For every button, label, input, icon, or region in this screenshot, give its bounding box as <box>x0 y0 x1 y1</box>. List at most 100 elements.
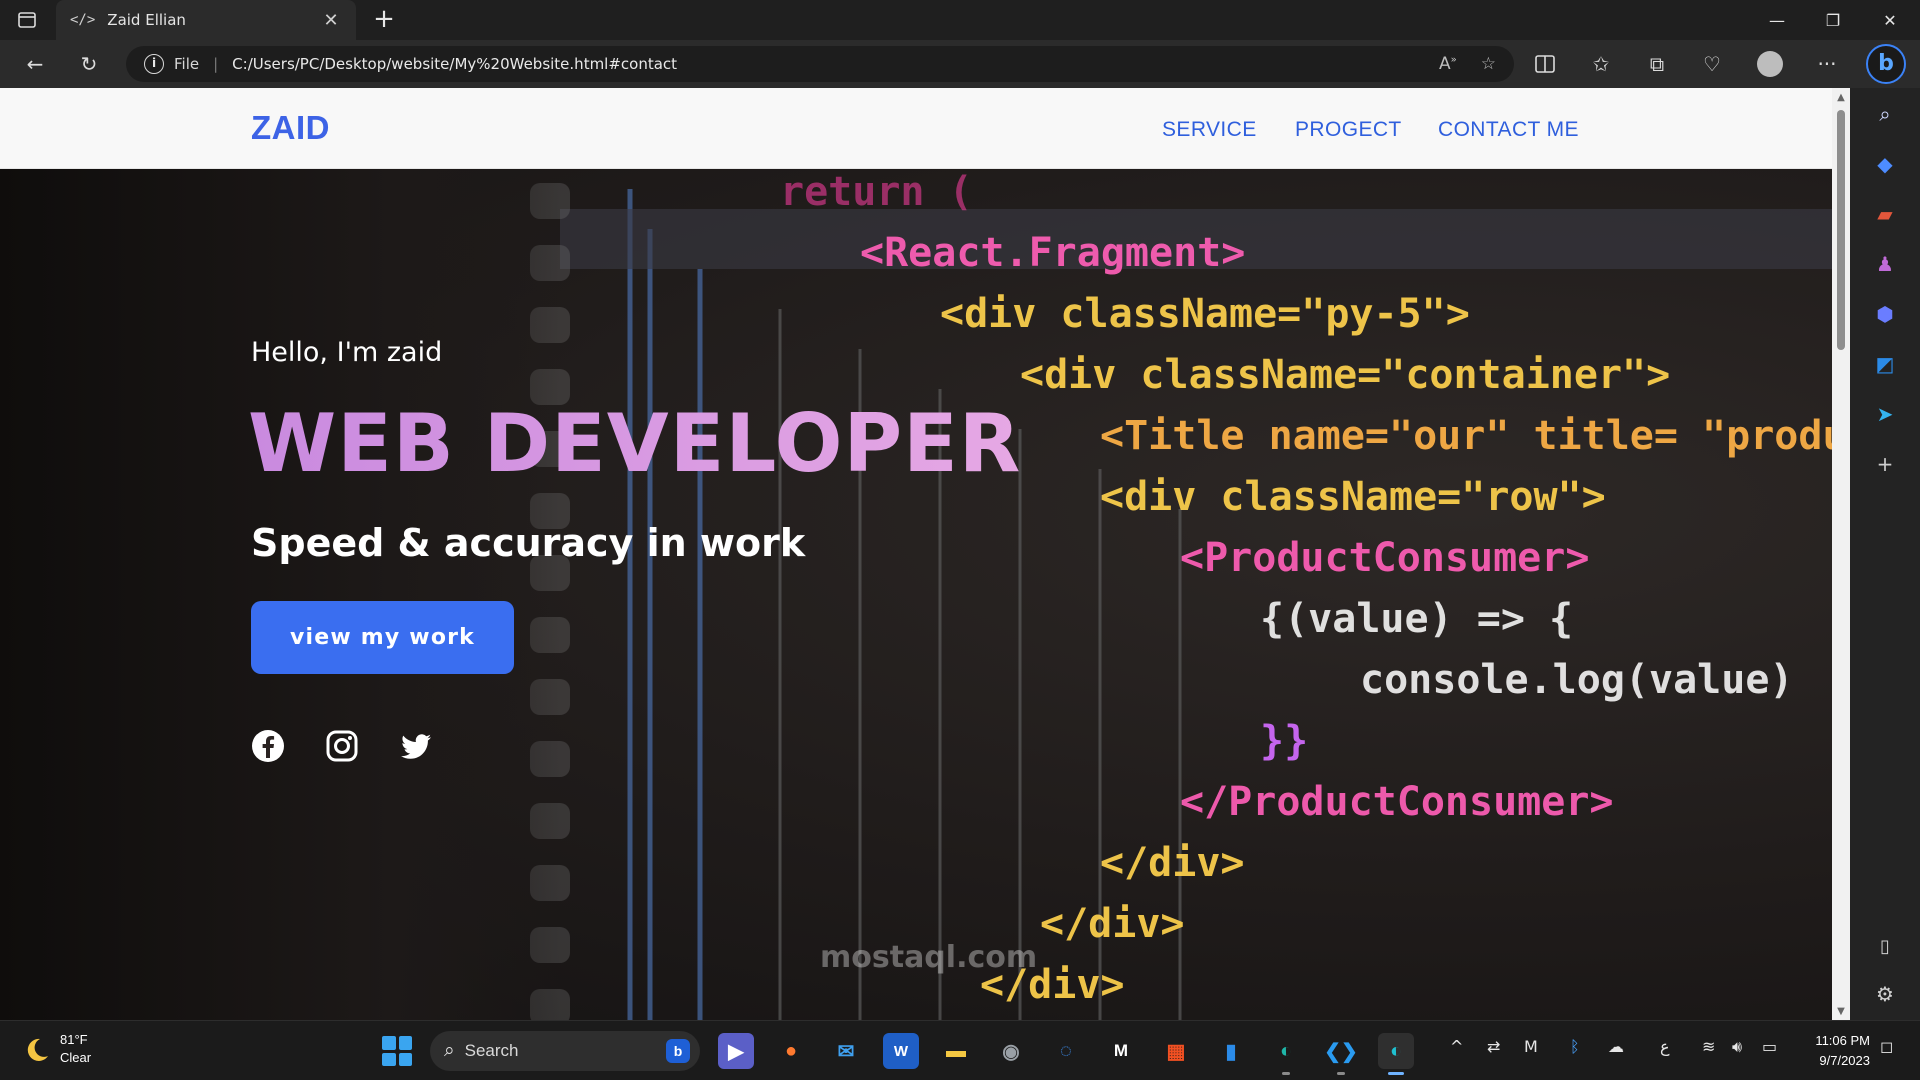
tab-actions-menu-icon[interactable] <box>14 8 40 32</box>
edge-dev-icon[interactable]: ◐ <box>1268 1033 1304 1075</box>
outlook-icon[interactable]: ◩ <box>1869 348 1901 380</box>
code-line: console.log(value) <box>1360 657 1793 703</box>
code-line: <div className="py-5"> <box>940 291 1470 337</box>
add-sidebar-app-icon[interactable]: + <box>1869 448 1901 480</box>
refresh-icon[interactable]: ↻ <box>72 48 106 80</box>
clock-date: 9/7/2023 <box>1819 1053 1870 1068</box>
code-line: </div> <box>1040 901 1185 947</box>
split-screen-icon[interactable] <box>1528 48 1562 80</box>
mail-tray-icon[interactable]: M <box>1524 1037 1538 1056</box>
scrollbar-thumb[interactable] <box>1837 110 1845 350</box>
chat-icon[interactable]: ◌ <box>1048 1033 1084 1069</box>
windows-taskbar: 81°F Clear ⌕ Search b ▶ ● ✉ W ▬ ◉ ◌ M ▦ … <box>0 1020 1920 1080</box>
bing-icon: b <box>666 1039 690 1063</box>
news-icon[interactable]: ▮ <box>1213 1033 1249 1069</box>
code-line: <ProductConsumer> <box>1180 535 1589 581</box>
new-tab-button[interactable]: + <box>368 4 400 36</box>
instagram-icon[interactable] <box>325 729 359 763</box>
page-viewport: ZAID SERVICE PROGECT CONTACT ME return (… <box>0 88 1832 1020</box>
taskbar-search-placeholder: Search <box>464 1041 519 1060</box>
search-icon[interactable]: ⌕ <box>1869 98 1901 130</box>
info-icon[interactable]: i <box>144 54 164 74</box>
scroll-up-arrow-icon[interactable]: ▲ <box>1835 92 1847 103</box>
mail-icon[interactable]: ✉ <box>828 1033 864 1069</box>
minimize-button[interactable]: — <box>1749 0 1805 40</box>
wifi-icon[interactable]: ≋ <box>1702 1037 1715 1056</box>
site-logo[interactable]: ZAID <box>251 109 330 147</box>
bluetooth-icon[interactable]: ᛒ <box>1570 1037 1580 1056</box>
hero-content: Hello, I'm zaid WEB DEVELOPER Speed & ac… <box>248 169 1020 1020</box>
favorites-icon[interactable]: ✩ <box>1584 48 1618 80</box>
word-icon[interactable]: W <box>883 1033 919 1069</box>
page-scrollbar[interactable]: ▲ ▼ <box>1832 88 1850 1020</box>
show-hidden-icons-chevron-icon[interactable]: ^ <box>1450 1037 1463 1056</box>
scroll-down-arrow-icon[interactable]: ▼ <box>1835 1006 1847 1017</box>
shopping-tag-icon[interactable]: ◆ <box>1869 148 1901 180</box>
favorite-star-icon[interactable]: ☆ <box>1481 54 1496 74</box>
code-line: </ProductConsumer> <box>1180 779 1613 825</box>
address-separator: | <box>213 55 219 73</box>
hero-greeting: Hello, I'm zaid <box>251 337 443 368</box>
browser-tab-active[interactable]: </> Zaid Ellian ✕ <box>56 0 356 40</box>
browser-tab-bar: </> Zaid Ellian ✕ + — ❐ ✕ <box>0 0 1920 40</box>
facebook-icon[interactable] <box>251 729 285 763</box>
nav-link-service[interactable]: SERVICE <box>1162 118 1257 142</box>
more-menu-icon[interactable]: ··· <box>1810 48 1844 80</box>
read-aloud-icon[interactable]: A» <box>1439 54 1457 74</box>
hero-subline: Speed & accuracy in work <box>251 521 806 565</box>
code-line: }} <box>1260 718 1308 764</box>
browser-toolbar: ← ↻ i File | C:/Users/PC/Desktop/website… <box>0 40 1920 88</box>
code-line: <div className="container"> <box>1020 352 1670 398</box>
address-bar[interactable]: i File | C:/Users/PC/Desktop/website/My%… <box>126 46 1514 82</box>
search-icon: ⌕ <box>444 1040 455 1061</box>
microsoft365-icon[interactable]: ⬢ <box>1869 298 1901 330</box>
code-line: </div> <box>1100 840 1245 886</box>
address-url[interactable]: C:/Users/PC/Desktop/website/My%20Website… <box>232 55 677 73</box>
restore-button[interactable]: ❐ <box>1805 0 1861 40</box>
back-arrow-icon[interactable]: ← <box>18 48 52 80</box>
notification-bell-icon[interactable]: ◻ <box>1880 1037 1893 1056</box>
teams-meet-icon[interactable]: ▶ <box>718 1033 754 1069</box>
vscode-icon[interactable]: ❮❯ <box>1323 1033 1359 1075</box>
clock-time: 11:06 PM <box>1815 1033 1870 1048</box>
code-line: <Title name="our" title= "product <box>1100 413 1832 459</box>
hide-sidebar-icon[interactable]: ▯ <box>1869 930 1901 962</box>
address-bar-actions: A» ☆ <box>1439 46 1496 82</box>
weather-temperature: 81°F <box>60 1032 88 1047</box>
file-explorer-icon[interactable]: ▬ <box>938 1033 974 1069</box>
nav-link-project[interactable]: PROGECT <box>1295 118 1402 142</box>
twitter-icon[interactable] <box>399 729 433 763</box>
nav-link-contact[interactable]: CONTACT ME <box>1438 118 1579 142</box>
code-line: <div className="row"> <box>1100 474 1606 520</box>
profile-avatar[interactable] <box>1757 51 1783 77</box>
battery-icon[interactable]: ▭ <box>1762 1037 1777 1056</box>
games-icon[interactable]: ♟ <box>1869 248 1901 280</box>
taskbar-search[interactable]: ⌕ Search b <box>430 1031 700 1071</box>
firefox-icon[interactable]: ● <box>773 1033 809 1069</box>
address-protocol: File <box>174 55 200 73</box>
weather-widget[interactable]: 81°F Clear <box>22 1031 91 1067</box>
chrome-icon[interactable]: ◉ <box>993 1033 1029 1069</box>
edge-icon[interactable]: ◐ <box>1378 1033 1414 1075</box>
office-m-icon[interactable]: M <box>1103 1033 1139 1069</box>
bing-copilot-icon[interactable]: b <box>1866 44 1906 84</box>
close-window-button[interactable]: ✕ <box>1862 0 1918 40</box>
control-icon[interactable]: ⇄ <box>1487 1037 1500 1056</box>
input-language[interactable]: ع <box>1660 1037 1670 1056</box>
close-tab-icon[interactable]: ✕ <box>320 10 342 31</box>
windows-start-button[interactable] <box>382 1036 412 1066</box>
hero-section: return (<React.Fragment> <div className="… <box>0 169 1832 1020</box>
onedrive-cloud-icon[interactable]: ☁ <box>1608 1037 1624 1056</box>
drop-send-icon[interactable]: ➤ <box>1869 398 1901 430</box>
code-line: {(value) => { <box>1260 596 1573 642</box>
tools-briefcase-icon[interactable]: ▰ <box>1869 198 1901 230</box>
watermark-logo: mostaql.com <box>820 940 1038 975</box>
view-my-work-button[interactable]: view my work <box>251 601 514 674</box>
browser-essentials-icon[interactable]: ♡ <box>1695 48 1729 80</box>
volume-icon[interactable]: 🔊︎ <box>1732 1037 1742 1057</box>
sidebar-settings-gear-icon[interactable]: ⚙ <box>1869 978 1901 1010</box>
collections-icon[interactable]: ⧉ <box>1640 48 1674 80</box>
taskbar-clock[interactable]: 11:06 PM 9/7/2023 <box>1800 1031 1870 1071</box>
code-icon: </> <box>70 12 96 28</box>
microsoft-store-icon[interactable]: ▦ <box>1158 1033 1194 1069</box>
